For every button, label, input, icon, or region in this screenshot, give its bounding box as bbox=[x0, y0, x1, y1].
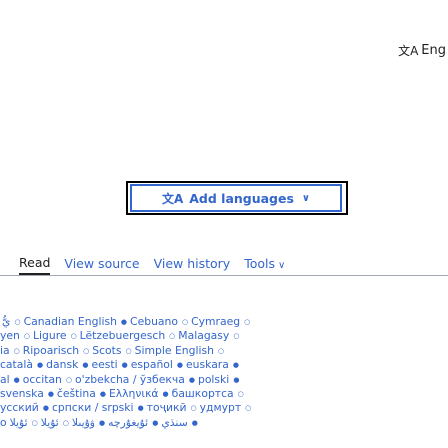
badge-filled-icon: ● bbox=[176, 361, 184, 370]
tabs-divider bbox=[0, 275, 448, 276]
tab-view-source[interactable]: View source bbox=[64, 256, 139, 275]
language-link[interactable]: ئۇيلا bbox=[41, 416, 59, 429]
language-link[interactable]: Cymraeg bbox=[191, 315, 240, 328]
language-link[interactable]: Cebuano bbox=[130, 315, 178, 328]
language-links-row: o سنڌي●ئۇيغۇرچە●ۋۇيىلا○ئۇيلا○ئۇيلا ● bbox=[0, 416, 448, 430]
badge-hollow-icon: ○ bbox=[181, 318, 189, 326]
language-link[interactable]: Ripoarisch bbox=[23, 344, 79, 357]
language-link[interactable]: Malagasy bbox=[178, 329, 229, 342]
badge-hollow-icon: ○ bbox=[190, 404, 197, 413]
language-link[interactable]: occitan bbox=[23, 373, 62, 386]
badge-filled-icon: ● bbox=[13, 375, 20, 384]
language-link[interactable]: català bbox=[0, 358, 33, 371]
badge-hollow-icon: ○ bbox=[245, 404, 252, 413]
badge-hollow-icon: ○ bbox=[83, 346, 90, 355]
language-links-row: al ● occitan ○ o'zbekcha / ўзбекча ● polski ● bbox=[0, 373, 448, 387]
badge-filled-icon: ● bbox=[121, 361, 128, 370]
language-link[interactable]: Lëtzebuergesch bbox=[80, 329, 166, 342]
language-link[interactable]: español bbox=[131, 358, 173, 371]
chevron-down-icon: ∨ bbox=[278, 260, 286, 271]
badge-hollow-icon: ○ bbox=[169, 332, 176, 341]
language-selector-button[interactable]: 文A Eng bbox=[398, 42, 446, 59]
translate-icon: 文A bbox=[398, 44, 419, 58]
badge-filled-icon: ● bbox=[42, 404, 49, 413]
badge-filled-icon: ● bbox=[191, 418, 198, 427]
tab-view-history[interactable]: View history bbox=[154, 256, 231, 275]
add-languages-label: Add languages bbox=[189, 190, 294, 206]
badge-filled-icon: ● bbox=[188, 375, 195, 384]
tools-label: Tools bbox=[244, 256, 276, 271]
language-link[interactable]: ycский bbox=[0, 401, 39, 414]
badge-filled-icon: ● bbox=[99, 418, 106, 427]
language-links-row: català ● dansk ● eesti ● español ● euskara ● bbox=[0, 358, 448, 372]
language-link[interactable]: ۋۇيىلا bbox=[72, 416, 95, 429]
language-link[interactable]: polski bbox=[198, 373, 229, 386]
language-links-row: svenska ● čeština ● Ελληνικά ● башкортса ○ bbox=[0, 387, 448, 401]
badge-filled-icon: ● bbox=[37, 361, 44, 370]
add-languages-button[interactable]: 文A Add languages ∨ bbox=[130, 184, 342, 212]
tab-tools[interactable]: Tools ∨ bbox=[244, 256, 285, 275]
language-link[interactable]: ئۇيغۇرچە bbox=[108, 416, 148, 429]
language-link[interactable]: тоҷикӣ bbox=[147, 401, 187, 414]
translate-icon: 文A bbox=[161, 191, 184, 206]
language-link[interactable]: Ελληνικά bbox=[109, 387, 159, 400]
language-link[interactable]: o'zbekcha / ўзбекча bbox=[75, 373, 185, 386]
language-links-row: ia ○ Ripoarisch ○ Scots ○ Simple English ○ bbox=[0, 344, 448, 358]
language-link[interactable]: српски / srpski bbox=[52, 401, 134, 414]
tab-read[interactable]: Read bbox=[19, 255, 51, 275]
badge-filled-icon: ● bbox=[137, 404, 144, 413]
badge-hollow-icon: ○ bbox=[14, 318, 21, 326]
badge-hollow-icon: ○ bbox=[13, 346, 20, 355]
badge-hollow-icon: ○ bbox=[23, 332, 30, 341]
language-link[interactable]: yen bbox=[0, 329, 20, 342]
language-link[interactable]: Canadian English bbox=[24, 315, 117, 328]
language-link[interactable]: ia bbox=[0, 344, 10, 357]
language-link[interactable]: Simple English bbox=[135, 344, 214, 357]
badge-hollow-icon: ○ bbox=[62, 418, 69, 427]
badge-filled-icon: ● bbox=[152, 418, 159, 427]
language-link[interactable]: Scots bbox=[92, 344, 121, 357]
language-link[interactable]: eesti bbox=[91, 358, 117, 371]
language-link[interactable]: سنڌي bbox=[161, 416, 187, 429]
badge-hollow-icon: ○ bbox=[217, 346, 225, 355]
language-link[interactable]: svenska bbox=[0, 387, 44, 400]
badge-hollow-icon: ○ bbox=[70, 332, 77, 341]
language-links-row: ycский ● српски / srpski ● тоҷикӣ ○ удмурт ○ bbox=[0, 401, 448, 415]
badge-filled-icon: ● bbox=[233, 375, 240, 384]
badge-filled-icon: ● bbox=[162, 390, 169, 399]
badge-filled-icon: ● bbox=[232, 361, 239, 370]
language-selector-label: Eng bbox=[421, 43, 446, 58]
language-link[interactable]: ئۇيلا bbox=[10, 416, 28, 429]
badge-filled-icon: ● bbox=[120, 318, 128, 326]
badge-filled-icon: ● bbox=[99, 390, 106, 399]
language-link[interactable]: o bbox=[0, 416, 7, 429]
badge-filled-icon: ● bbox=[47, 390, 54, 399]
language-links-list: يُّ ○ Canadian English ● Cebuano ○ Cymraeg ○ yen… bbox=[0, 315, 448, 448]
language-link[interactable]: al bbox=[0, 373, 10, 386]
badge-hollow-icon: ○ bbox=[233, 332, 240, 341]
chevron-down-icon: ∨ bbox=[301, 192, 311, 204]
badge-hollow-icon: ○ bbox=[65, 375, 73, 384]
badge-hollow-icon: ○ bbox=[125, 346, 132, 355]
language-link[interactable]: يُّ bbox=[2, 315, 10, 328]
language-link[interactable]: čeština bbox=[57, 387, 96, 400]
language-link[interactable]: удмурт bbox=[200, 401, 242, 414]
language-link[interactable]: euskara bbox=[186, 358, 229, 371]
language-link[interactable]: Ligure bbox=[33, 329, 67, 342]
language-link[interactable]: башкортса bbox=[172, 387, 234, 400]
page-actions-tabs: Read View source View history Tools ∨ bbox=[0, 253, 448, 275]
badge-hollow-icon: ○ bbox=[237, 390, 244, 399]
language-link[interactable]: dansk bbox=[46, 358, 78, 371]
badge-hollow-icon: ○ bbox=[244, 318, 251, 326]
language-links-row: يُّ ○ Canadian English ● Cebuano ○ Cymraeg ○ bbox=[0, 315, 448, 329]
badge-filled-icon: ● bbox=[82, 361, 89, 370]
badge-hollow-icon: ○ bbox=[31, 418, 38, 427]
language-links-row: yen ○ Ligure ○ Lëtzebuergesch ○ Malagasy ○ bbox=[0, 329, 448, 343]
